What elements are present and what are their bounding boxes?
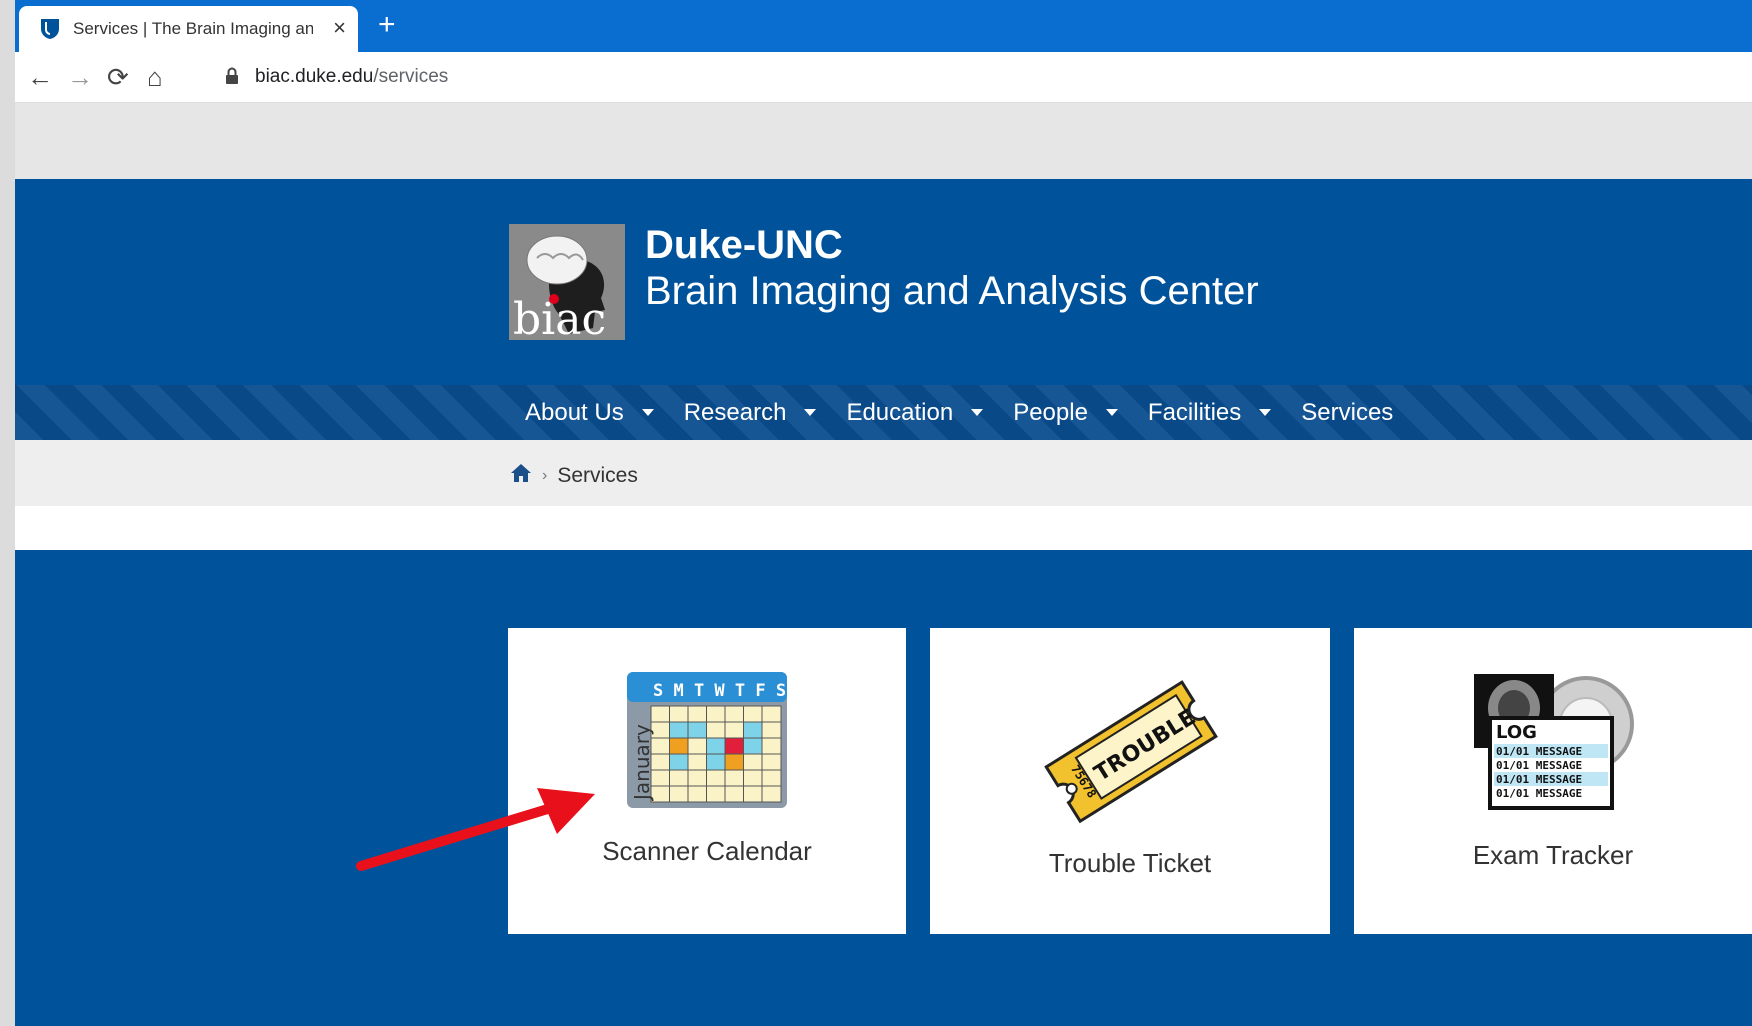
- log-title: LOG: [1496, 722, 1537, 743]
- ticket-icon: TROUBLE 75678: [1030, 670, 1230, 835]
- close-tab-icon[interactable]: ×: [333, 17, 346, 39]
- site-title-line1: Duke-UNC: [645, 223, 843, 267]
- log-line: 01/01 MESSAGE: [1496, 745, 1582, 758]
- caret-down-icon: [971, 409, 984, 416]
- spacer-band: [15, 506, 1752, 550]
- browser-tab[interactable]: Services | The Brain Imaging and ×: [19, 6, 358, 52]
- url-path: /services: [373, 66, 449, 87]
- reload-icon[interactable]: ⟳: [107, 62, 129, 92]
- browser-window: Services | The Brain Imaging and × + ← →…: [15, 0, 1752, 1026]
- nav-label: Services: [1301, 398, 1394, 426]
- url-field[interactable]: biac.duke.edu/services: [255, 66, 448, 88]
- nav-label: Research: [683, 398, 787, 426]
- home-breadcrumb-icon[interactable]: [510, 463, 532, 489]
- breadcrumb-current: Services: [557, 464, 638, 487]
- log-line: 01/01 MESSAGE: [1496, 787, 1582, 800]
- window-edge: [0, 0, 15, 1026]
- logo-wordmark: biac: [513, 294, 606, 340]
- breadcrumb: › Services: [510, 463, 638, 489]
- log-icon: LOG 01/01 MESSAGE 01/01 MESSAGE 01/01 ME…: [1470, 672, 1640, 817]
- address-bar: ← → ⟳ ⌂ biac.duke.edu/services: [15, 52, 1752, 103]
- main-nav: About Us Research Education People Facil…: [525, 385, 1423, 440]
- trouble-ticket-card[interactable]: TROUBLE 75678 Trouble Ticket: [930, 628, 1330, 934]
- tab-bar: Services | The Brain Imaging and × +: [15, 0, 1752, 52]
- url-host: biac.duke.edu: [255, 66, 374, 87]
- caret-down-icon: [1259, 409, 1272, 416]
- breadcrumb-band: [15, 440, 1752, 506]
- new-tab-button[interactable]: +: [378, 10, 396, 40]
- log-line: 01/01 MESSAGE: [1496, 773, 1582, 786]
- nav-item-education[interactable]: Education: [846, 398, 984, 427]
- top-utility-band: [15, 103, 1752, 179]
- lock-icon[interactable]: [225, 67, 239, 90]
- nav-item-research[interactable]: Research: [684, 399, 817, 427]
- home-icon[interactable]: ⌂: [147, 62, 163, 92]
- caret-down-icon: [804, 409, 817, 416]
- nav-label: About Us: [525, 398, 624, 426]
- duke-shield-icon: [39, 18, 61, 40]
- nav-label: People: [1013, 398, 1088, 426]
- calendar-icon: S M T W T F S January: [627, 672, 787, 813]
- calendar-month-label: January: [630, 724, 654, 802]
- caret-down-icon: [1105, 409, 1118, 416]
- site-title-line2: Brain Imaging and Analysis Center: [645, 269, 1259, 313]
- caret-down-icon: [641, 409, 654, 416]
- nav-label: Education: [846, 398, 954, 426]
- annotation-arrow: [351, 780, 611, 885]
- log-line: 01/01 MESSAGE: [1496, 759, 1582, 772]
- nav-item-people[interactable]: People: [1013, 399, 1118, 427]
- site-title[interactable]: Duke-UNC Brain Imaging and Analysis Cent…: [645, 222, 1259, 314]
- calendar-days-label: S M T W T F S: [653, 681, 786, 701]
- card-label: Trouble Ticket: [1048, 848, 1212, 878]
- tab-title: Services | The Brain Imaging and: [73, 19, 313, 38]
- nav-label: Facilities: [1147, 398, 1242, 426]
- exam-tracker-card[interactable]: LOG 01/01 MESSAGE 01/01 MESSAGE 01/01 ME…: [1354, 628, 1752, 934]
- nav-item-about-us[interactable]: About Us: [525, 399, 654, 427]
- back-icon[interactable]: ←: [27, 62, 53, 92]
- nav-item-facilities[interactable]: Facilities: [1147, 398, 1272, 427]
- forward-icon[interactable]: →: [67, 62, 93, 92]
- breadcrumb-separator: ›: [542, 467, 548, 484]
- card-label: Exam Tracker: [1472, 840, 1634, 870]
- biac-logo[interactable]: biac: [509, 224, 625, 340]
- nav-item-services[interactable]: Services: [1301, 399, 1393, 427]
